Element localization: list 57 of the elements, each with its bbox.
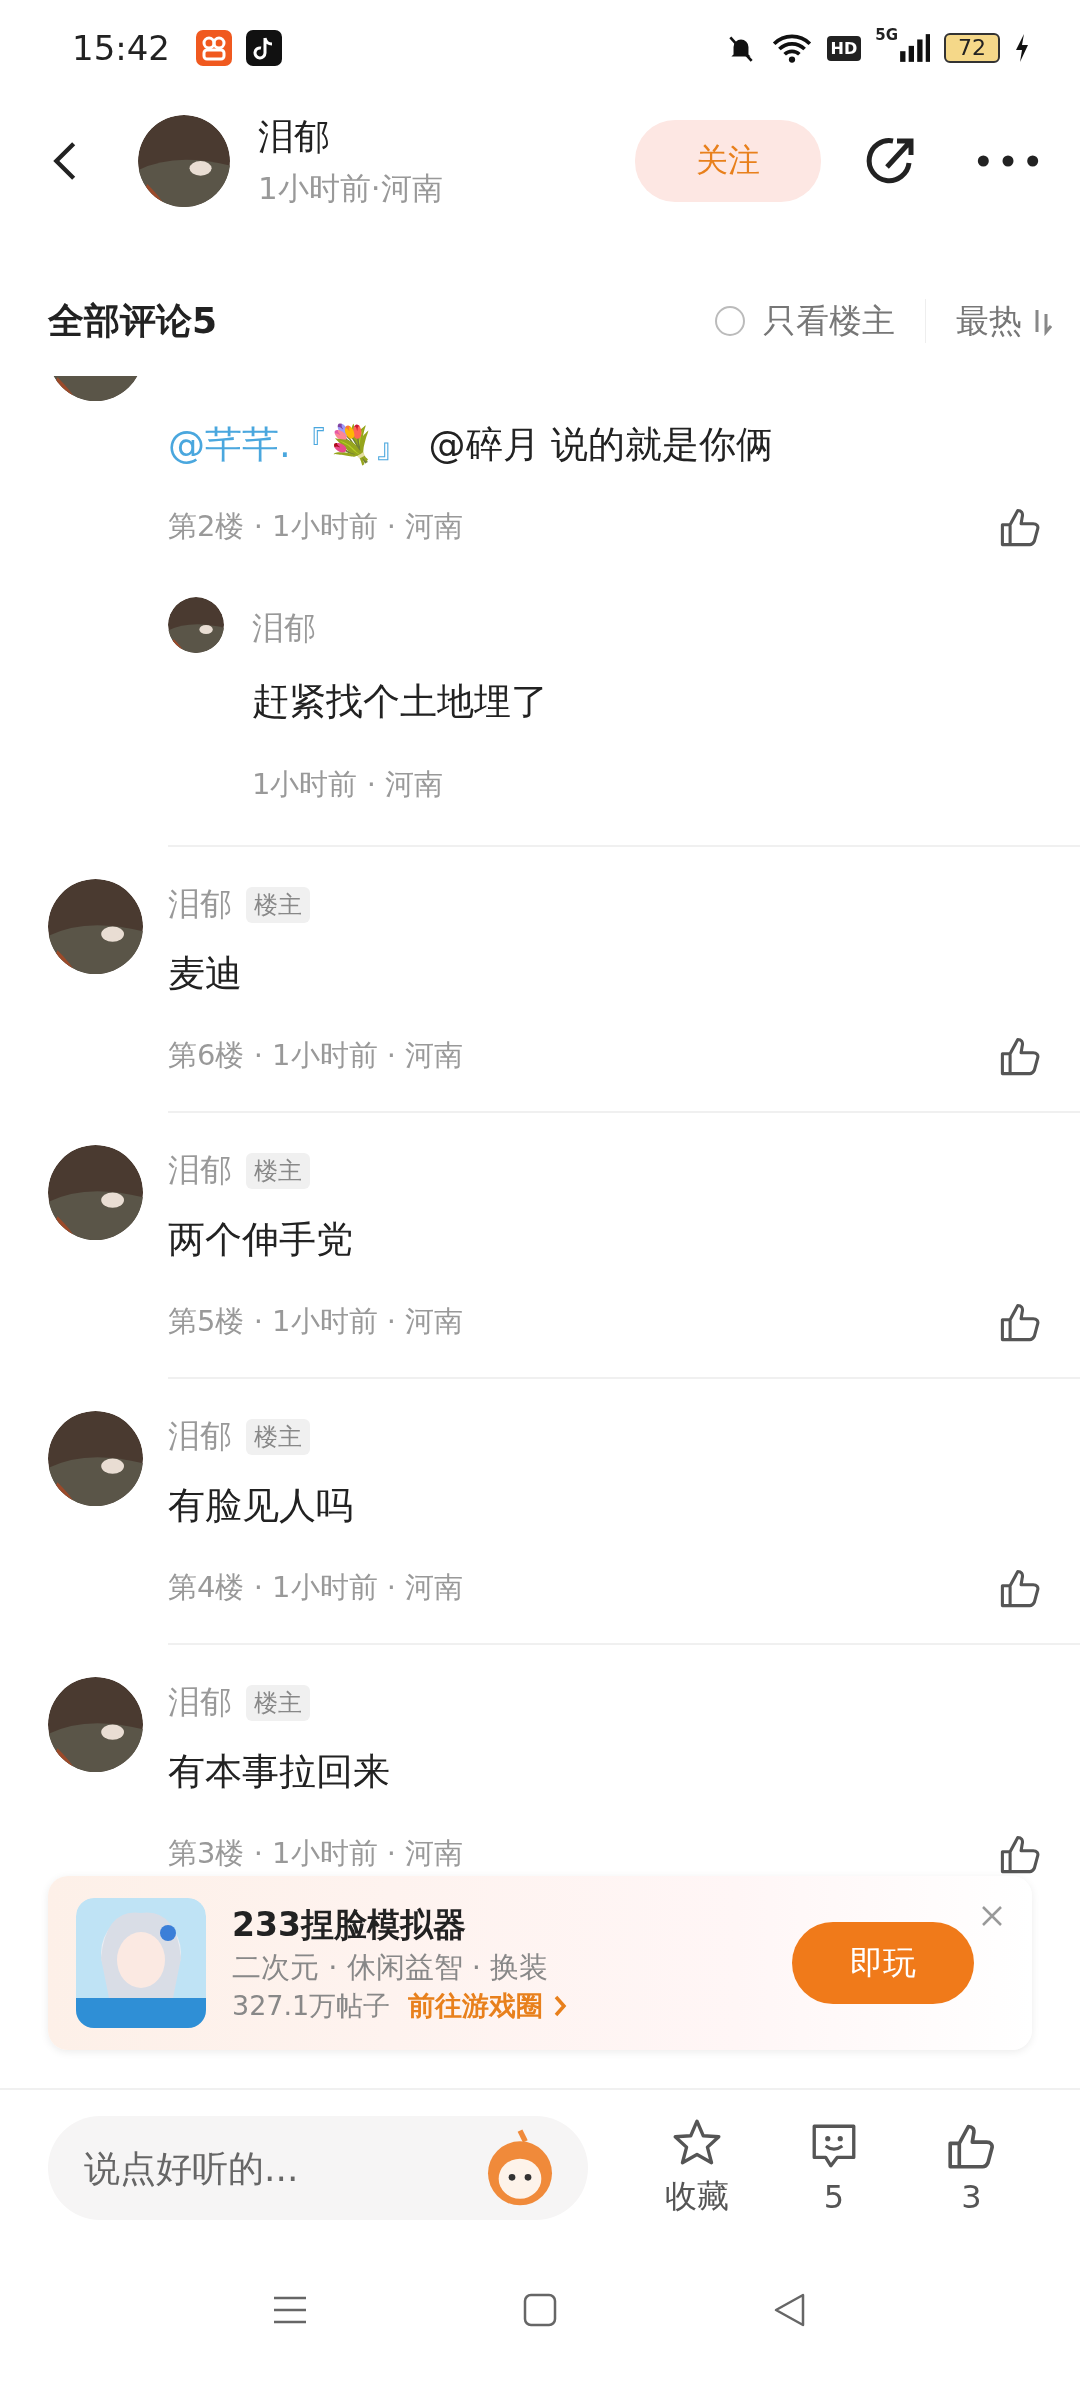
battery-icon: 72 [944, 33, 1000, 63]
hd-badge: HD [826, 35, 862, 61]
avatar[interactable] [48, 1411, 143, 1506]
comment-meta: 第2楼 · 1小时前 · 河南 [168, 508, 464, 545]
post-time: 1小时前·河南 [258, 168, 444, 208]
close-icon[interactable] [980, 1904, 1004, 1928]
only-op-label[interactable]: 只看楼主 [763, 298, 895, 344]
user-name: 泪郁 [252, 608, 317, 649]
avatar[interactable] [168, 597, 224, 653]
user-name: 泪郁 [168, 1150, 232, 1191]
reply-text: 赶紧找个土地埋了 [252, 679, 548, 725]
play-button[interactable]: 即玩 [792, 1922, 974, 2004]
game-title: 233捏脸模拟器 [232, 1903, 467, 1946]
comment-input[interactable]: 说点好听的... [48, 2116, 588, 2220]
like-count[interactable]: 3 [961, 2178, 982, 2216]
post-count: 327.1万帖子 [232, 1988, 391, 2023]
signal-icon [898, 32, 930, 64]
game-circle-link[interactable]: 前往游戏圈 [408, 1987, 544, 2024]
comment-meta: 第5楼 · 1小时前 · 河南 [168, 1303, 464, 1340]
op-tag: 楼主 [246, 1685, 310, 1721]
follow-button[interactable]: 关注 [635, 120, 821, 202]
op-tag: 楼主 [246, 1419, 310, 1455]
user-name: 泪郁 [168, 1416, 232, 1457]
favorite-label[interactable]: 收藏 [664, 2175, 729, 2219]
app-icon [196, 30, 232, 66]
more-icon[interactable] [976, 153, 1040, 169]
wifi-icon [770, 32, 813, 64]
comment-text: 有脸见人吗 [168, 1483, 354, 1529]
charging-icon [1014, 33, 1030, 63]
mention-link[interactable]: @芊芊.『💐』 [168, 423, 411, 466]
avatar[interactable] [138, 115, 230, 207]
comment-text: 麦迪 [168, 951, 243, 997]
op-tag: 楼主 [246, 887, 310, 923]
chevron-right-icon[interactable] [553, 1993, 568, 2018]
comment-meta: 第4楼 · 1小时前 · 河南 [168, 1569, 464, 1606]
music-note-icon [246, 30, 282, 66]
comment-text: 有本事拉回来 [168, 1749, 391, 1795]
status-time: 15:42 [72, 28, 170, 68]
user-name: 泪郁 [168, 884, 232, 925]
sort-option[interactable]: 最热 [956, 298, 1022, 344]
user-name: 泪郁 [168, 1682, 232, 1723]
game-tags: 二次元 · 休闲益智 · 换装 [232, 1947, 792, 1988]
reply-meta: 1小时前 · 河南 [252, 766, 445, 803]
radio-button[interactable] [715, 306, 745, 336]
comment-meta: 第3楼 · 1小时前 · 河南 [168, 1835, 464, 1872]
comments-title: 全部评论5 [48, 298, 218, 343]
avatar[interactable] [48, 1677, 143, 1772]
comment-text: @芊芊.『💐』 @碎月 说的就是你俩 [168, 422, 775, 468]
comment-text: 两个伸手党 [168, 1217, 354, 1263]
comment-meta: 第6楼 · 1小时前 · 河南 [168, 1037, 464, 1074]
network-type: 5G [875, 26, 898, 44]
avatar[interactable] [48, 1145, 143, 1240]
op-tag: 楼主 [246, 1153, 310, 1189]
comment-count[interactable]: 5 [823, 2178, 845, 2216]
avatar[interactable] [48, 879, 143, 974]
ad-card[interactable]: 233捏脸模拟器 二次元 · 休闲益智 · 换装 327.1万帖子 前往游戏圈 即玩 [48, 1876, 1032, 2050]
author-name: 泪郁 [258, 114, 331, 159]
